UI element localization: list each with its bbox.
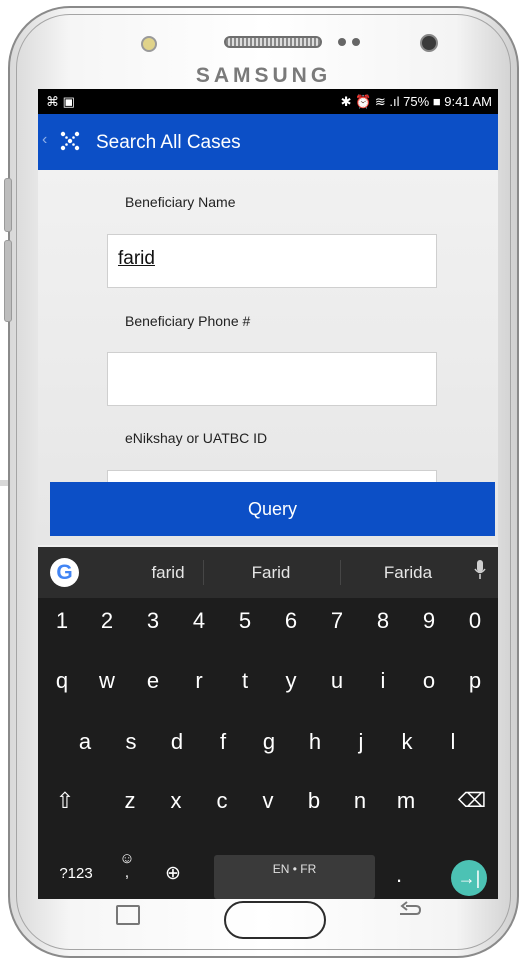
key-a-2[interactable]: d — [157, 729, 197, 755]
clock: 9:41 AM — [444, 94, 492, 109]
key-z-3[interactable]: v — [248, 788, 288, 814]
speaker-grille — [224, 36, 322, 48]
side-button — [4, 240, 12, 322]
key-a-1[interactable]: s — [111, 729, 151, 755]
shift-key[interactable]: ⇧ — [45, 788, 85, 814]
comma-key[interactable]: , — [116, 864, 138, 881]
key-z-5[interactable]: n — [340, 788, 380, 814]
key-numbers-6[interactable]: 7 — [317, 608, 357, 634]
key-q-0[interactable]: q — [42, 668, 82, 694]
suggestion-2[interactable]: Farid — [211, 563, 331, 583]
enikshay-logo-icon[interactable] — [58, 129, 82, 159]
keyboard: 1234567890 qwertyuiop asdfghjkl ⇧ ⌫ zxcv… — [38, 598, 498, 899]
space-key[interactable]: EN • FR — [214, 855, 375, 899]
key-numbers-4[interactable]: 5 — [225, 608, 265, 634]
notification-icons: ⌘ ▣ — [46, 94, 75, 109]
sensor-dot — [338, 38, 346, 46]
google-icon[interactable]: G — [50, 558, 79, 587]
key-z-4[interactable]: b — [294, 788, 334, 814]
suggestion-divider — [340, 560, 341, 585]
key-z-6[interactable]: m — [386, 788, 426, 814]
key-numbers-1[interactable]: 2 — [87, 608, 127, 634]
key-z-0[interactable]: z — [110, 788, 150, 814]
key-q-1[interactable]: w — [87, 668, 127, 694]
key-a-0[interactable]: a — [65, 729, 105, 755]
key-q-3[interactable]: r — [179, 668, 219, 694]
status-bar: ⌘ ▣ ✱ ⏰ ≋ .ıl 75% ■ 9:41 AM — [38, 89, 498, 114]
key-a-5[interactable]: h — [295, 729, 335, 755]
backspace-key[interactable]: ⌫ — [452, 788, 492, 813]
volume-button — [4, 178, 12, 232]
mic-icon[interactable] — [474, 560, 486, 585]
key-numbers-7[interactable]: 8 — [363, 608, 403, 634]
suggestion-strip: G farid Farid Farida — [38, 547, 498, 598]
key-numbers-8[interactable]: 9 — [409, 608, 449, 634]
name-label: Beneficiary Name — [125, 194, 236, 210]
battery-icon: ■ — [432, 94, 441, 109]
id-label: eNikshay or UATBC ID — [125, 430, 268, 446]
key-q-2[interactable]: e — [133, 668, 173, 694]
battery-percent: 75% — [403, 94, 430, 109]
enter-key[interactable]: →| — [451, 860, 487, 896]
name-field[interactable]: farid — [107, 234, 437, 288]
page-title: Search All Cases — [96, 132, 241, 153]
globe-icon[interactable]: ⊕ — [158, 862, 188, 885]
screen: ⌘ ▣ ✱ ⏰ ≋ .ıl 75% ■ 9:41 AM ‹ Search All… — [38, 89, 498, 899]
proximity-sensor — [141, 36, 157, 52]
recent-apps-icon[interactable] — [116, 905, 140, 925]
key-q-6[interactable]: u — [317, 668, 357, 694]
key-numbers-5[interactable]: 6 — [271, 608, 311, 634]
brand-logo: SAMSUNG — [195, 64, 332, 87]
key-a-6[interactable]: j — [341, 729, 381, 755]
key-q-5[interactable]: y — [271, 668, 311, 694]
key-q-4[interactable]: t — [225, 668, 265, 694]
phone-field[interactable] — [107, 352, 437, 406]
suggestion-3[interactable]: Farida — [348, 563, 468, 583]
key-numbers-3[interactable]: 4 — [179, 608, 219, 634]
back-arrow-icon[interactable] — [396, 900, 422, 928]
key-a-4[interactable]: g — [249, 729, 289, 755]
app-bar: ‹ Search All Cases — [38, 114, 498, 170]
front-camera — [420, 34, 438, 52]
name-field-value[interactable]: farid — [118, 248, 155, 270]
key-q-9[interactable]: p — [455, 668, 495, 694]
key-z-1[interactable]: x — [156, 788, 196, 814]
phone-label: Beneficiary Phone # — [125, 313, 251, 329]
key-numbers-9[interactable]: 0 — [455, 608, 495, 634]
back-chevron-icon[interactable]: ‹ — [42, 131, 47, 149]
period-key[interactable]: . — [384, 862, 414, 888]
key-a-7[interactable]: k — [387, 729, 427, 755]
key-numbers-2[interactable]: 3 — [133, 608, 173, 634]
home-button[interactable] — [224, 901, 326, 939]
key-a-8[interactable]: l — [433, 729, 473, 755]
key-z-2[interactable]: c — [202, 788, 242, 814]
system-icons: ✱ ⏰ ≋ .ıl — [340, 94, 400, 109]
key-numbers-0[interactable]: 1 — [42, 608, 82, 634]
key-q-8[interactable]: o — [409, 668, 449, 694]
query-button[interactable]: Query — [50, 482, 495, 536]
status-right: ✱ ⏰ ≋ .ıl 75% ■ 9:41 AM — [341, 94, 492, 110]
key-a-3[interactable]: f — [203, 729, 243, 755]
sensor-dot — [352, 38, 360, 46]
suggestion-divider — [203, 560, 204, 585]
key-q-7[interactable]: i — [363, 668, 403, 694]
symbols-key[interactable]: ?123 — [51, 865, 101, 882]
suggestion-1[interactable]: farid — [108, 563, 228, 583]
